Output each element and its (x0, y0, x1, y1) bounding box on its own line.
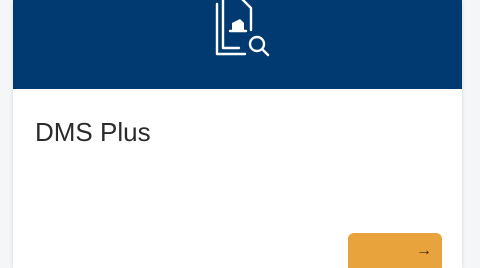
open-button[interactable]: → (348, 233, 442, 268)
product-card[interactable]: DMS Plus → (13, 0, 462, 268)
card-header (13, 0, 462, 89)
card-title: DMS Plus (35, 117, 151, 147)
document-search-icon (215, 0, 270, 57)
arrow-right-icon: → (416, 242, 432, 259)
